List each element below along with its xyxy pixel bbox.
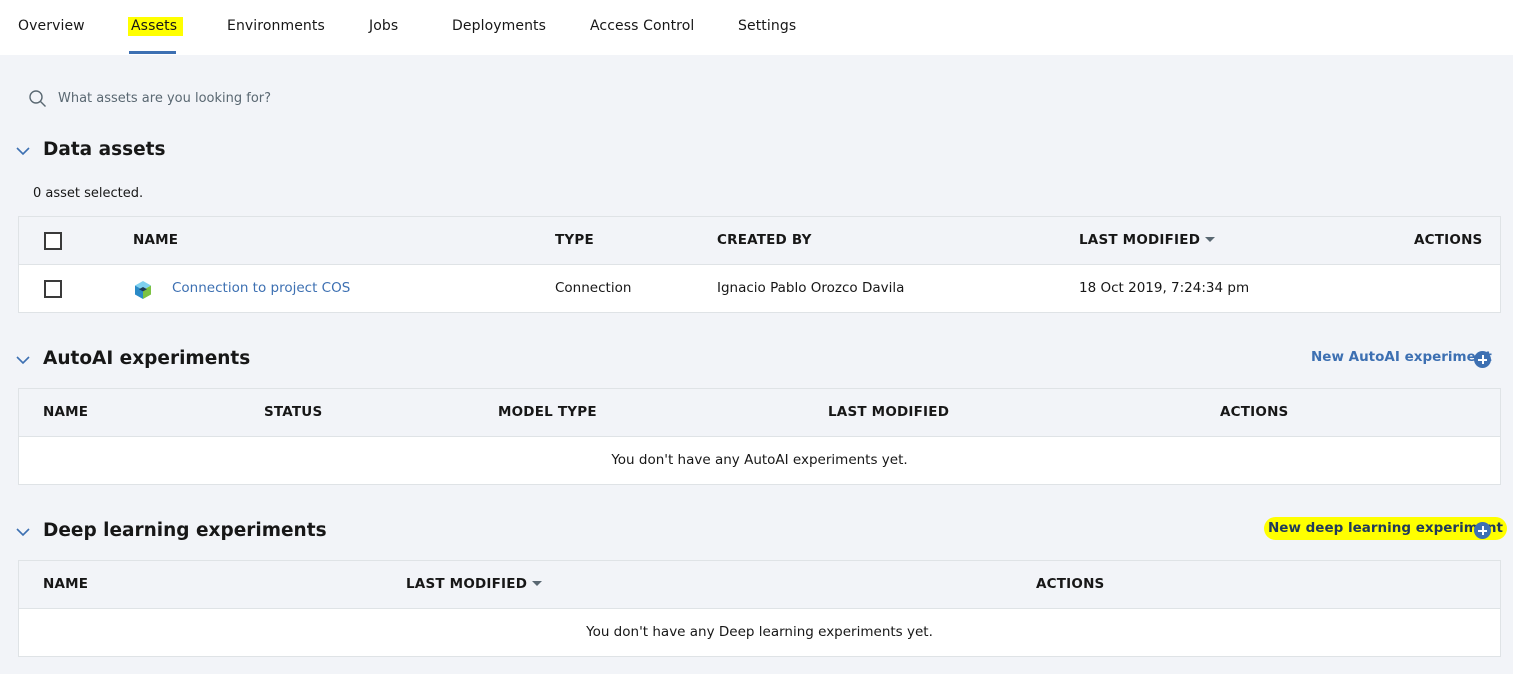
- tab-assets[interactable]: Assets: [128, 17, 184, 36]
- column-header-actions: ACTIONS: [1414, 232, 1483, 248]
- selection-status: 0 asset selected.: [33, 186, 144, 201]
- column-header-status[interactable]: STATUS: [264, 404, 322, 420]
- new-deep-learning-experiment-button[interactable]: New deep learning experiment: [1264, 517, 1507, 542]
- column-header-last-modified[interactable]: LAST MODIFIED: [828, 404, 949, 420]
- tab-jobs[interactable]: Jobs: [369, 18, 398, 34]
- column-header-last-modified-label: LAST MODIFIED: [1079, 232, 1201, 248]
- new-autoai-experiment-button[interactable]: New AutoAI experiment: [1311, 349, 1492, 371]
- table-header: NAME STATUS MODEL TYPE LAST MODIFIED ACT…: [19, 389, 1500, 437]
- column-header-name[interactable]: NAME: [43, 404, 88, 420]
- data-assets-table: NAME TYPE CREATED BY LAST MODIFIED ACTIO…: [18, 216, 1501, 313]
- empty-state-message: You don't have any Deep learning experim…: [586, 624, 933, 640]
- asset-search: [28, 87, 528, 109]
- table-header: NAME LAST MODIFIED ACTIONS: [19, 561, 1500, 609]
- new-autoai-experiment-label: New AutoAI experiment: [1311, 349, 1492, 365]
- asset-created-by: Ignacio Pablo Orozco Davila: [717, 280, 905, 296]
- column-header-last-modified[interactable]: LAST MODIFIED: [406, 576, 543, 592]
- column-header-type[interactable]: TYPE: [555, 232, 594, 248]
- active-tab-indicator: [129, 51, 176, 54]
- add-circle-icon: [1474, 351, 1491, 368]
- tab-access-control[interactable]: Access Control: [590, 18, 694, 34]
- empty-state-message: You don't have any AutoAI experiments ye…: [611, 452, 908, 468]
- select-all-checkbox[interactable]: [44, 232, 62, 250]
- table-header: NAME TYPE CREATED BY LAST MODIFIED ACTIO…: [19, 217, 1500, 265]
- table-row: Connection to project COS Connection Ign…: [19, 265, 1500, 312]
- new-deep-learning-experiment-label: New deep learning experiment: [1264, 517, 1507, 540]
- chevron-down-icon[interactable]: [15, 354, 31, 366]
- column-header-name[interactable]: NAME: [43, 576, 88, 592]
- tab-deployments[interactable]: Deployments: [452, 18, 546, 34]
- tab-assets-label: Assets: [128, 17, 184, 36]
- section-title: Data assets: [43, 139, 166, 160]
- column-header-name[interactable]: NAME: [133, 232, 178, 248]
- sort-descending-icon: [1205, 236, 1216, 242]
- chevron-down-icon[interactable]: [15, 145, 31, 157]
- deep-learning-table: NAME LAST MODIFIED ACTIONS You don't hav…: [18, 560, 1501, 657]
- section-title: Deep learning experiments: [43, 520, 327, 541]
- tab-overview[interactable]: Overview: [18, 18, 85, 34]
- tab-settings[interactable]: Settings: [738, 18, 796, 34]
- column-header-model-type[interactable]: MODEL TYPE: [498, 404, 597, 420]
- connection-cube-icon: [135, 281, 151, 299]
- empty-state-row: You don't have any Deep learning experim…: [19, 609, 1500, 656]
- sort-descending-icon: [532, 580, 543, 586]
- top-nav: Overview Assets Environments Jobs Deploy…: [0, 0, 1513, 55]
- column-header-actions: ACTIONS: [1036, 576, 1105, 592]
- asset-name-link[interactable]: Connection to project COS: [172, 280, 350, 296]
- tab-environments[interactable]: Environments: [227, 18, 325, 34]
- column-header-created-by[interactable]: CREATED BY: [717, 232, 812, 248]
- asset-last-modified: 18 Oct 2019, 7:24:34 pm: [1079, 280, 1250, 296]
- add-circle-icon: [1474, 522, 1491, 539]
- chevron-down-icon[interactable]: [15, 526, 31, 538]
- column-header-last-modified-label: LAST MODIFIED: [406, 576, 528, 592]
- row-checkbox[interactable]: [44, 280, 62, 298]
- column-header-last-modified[interactable]: LAST MODIFIED: [1079, 232, 1216, 248]
- empty-state-row: You don't have any AutoAI experiments ye…: [19, 437, 1500, 484]
- asset-type: Connection: [555, 280, 632, 296]
- section-title: AutoAI experiments: [43, 348, 251, 369]
- autoai-table: NAME STATUS MODEL TYPE LAST MODIFIED ACT…: [18, 388, 1501, 485]
- search-icon: [29, 90, 46, 107]
- column-header-actions: ACTIONS: [1220, 404, 1289, 420]
- search-input[interactable]: [58, 87, 518, 109]
